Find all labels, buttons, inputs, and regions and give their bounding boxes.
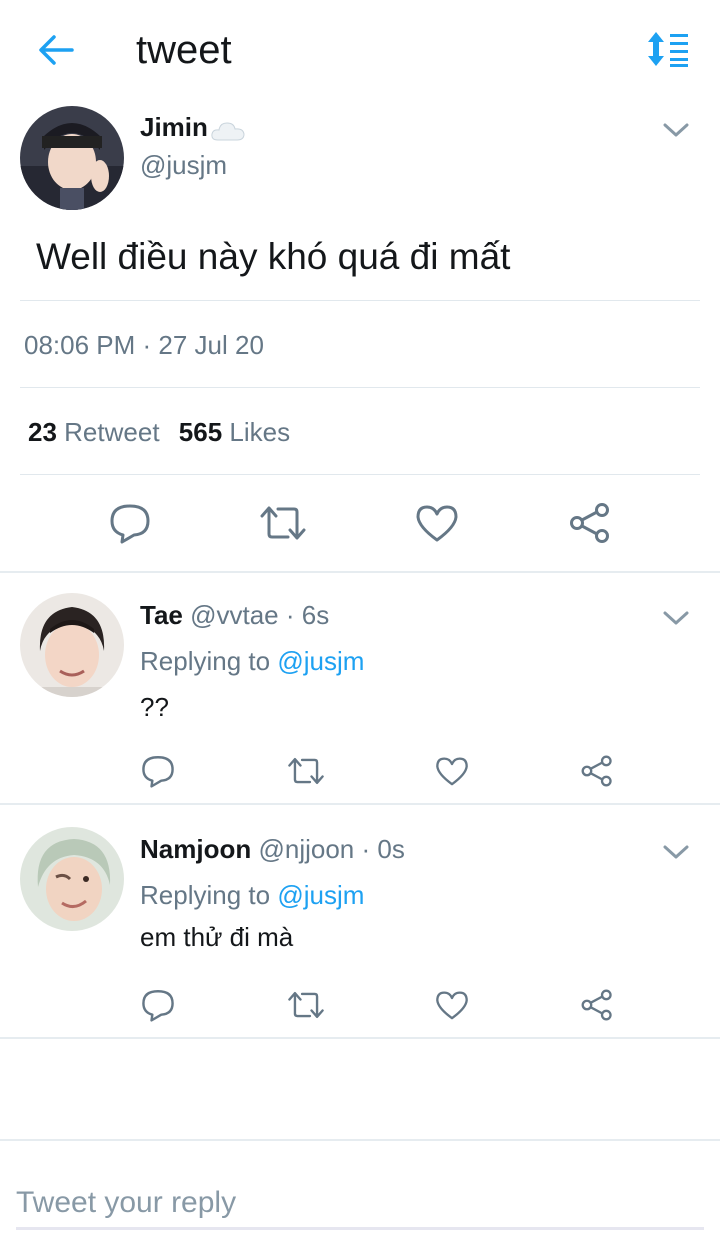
reply-author-name[interactable]: Tae: [140, 600, 183, 630]
share-icon[interactable]: [568, 502, 612, 544]
reply-author-name[interactable]: Namjoon: [140, 834, 251, 864]
divider: [0, 803, 720, 805]
chevron-down-icon[interactable]: [662, 842, 690, 862]
reply-author-handle[interactable]: @njjoon: [258, 834, 354, 864]
reply-author-handle[interactable]: @vvtae: [190, 600, 279, 630]
like-heart-icon[interactable]: [435, 755, 469, 787]
retweet-icon[interactable]: [286, 990, 326, 1020]
author-handle[interactable]: @jusjm: [140, 150, 227, 181]
tweet-stats: 23 Retweet 565 Likes: [28, 417, 290, 448]
author-name[interactable]: Jimin: [140, 112, 246, 143]
reply-input-underline: [16, 1227, 704, 1230]
reply-input[interactable]: Tweet your reply: [16, 1186, 236, 1220]
like-label[interactable]: Likes: [229, 417, 290, 447]
divider: [20, 300, 700, 301]
divider: [20, 474, 700, 475]
chevron-down-icon[interactable]: [662, 120, 690, 140]
back-arrow-icon[interactable]: [36, 30, 76, 70]
replying-to-line: Replying to @jusjm: [140, 646, 364, 677]
replying-label: Replying to: [140, 646, 271, 676]
reply-text: ??: [140, 692, 169, 722]
like-count[interactable]: 565: [179, 417, 222, 447]
reply-icon[interactable]: [108, 502, 152, 544]
top-bar: tweet: [0, 0, 720, 100]
author-name-text: Jimin: [140, 112, 208, 142]
page-title: tweet: [136, 28, 232, 72]
replying-label: Replying to: [140, 880, 271, 910]
reply-time: · 0s: [361, 834, 405, 864]
reply-text: em thử đi mà: [140, 922, 294, 952]
divider: [0, 571, 720, 573]
avatar[interactable]: [20, 106, 124, 210]
replying-to-line: Replying to @jusjm: [140, 880, 364, 911]
share-icon[interactable]: [580, 988, 614, 1022]
reply-icon[interactable]: [140, 988, 176, 1022]
retweet-label[interactable]: Retweet: [64, 417, 159, 447]
reply-icon[interactable]: [140, 754, 176, 788]
divider: [20, 387, 700, 388]
tweet-text: Well điều này khó quá đi mất: [36, 236, 511, 277]
chevron-down-icon[interactable]: [662, 608, 690, 628]
avatar[interactable]: [20, 827, 124, 931]
like-heart-icon[interactable]: [415, 503, 459, 543]
reply-author-line: Namjoon @njjoon · 0s: [140, 834, 405, 865]
like-heart-icon[interactable]: [435, 989, 469, 1021]
reply-author-line: Tae @vvtae · 6s: [140, 600, 329, 631]
retweet-icon[interactable]: [258, 504, 308, 542]
sort-icon[interactable]: [646, 30, 690, 68]
reply-time: · 6s: [285, 600, 330, 630]
share-icon[interactable]: [580, 754, 614, 788]
retweet-count[interactable]: 23: [28, 417, 57, 447]
retweet-icon[interactable]: [286, 756, 326, 786]
tweet-timestamp: 08:06 PM · 27 Jul 20: [24, 330, 264, 360]
avatar[interactable]: [20, 593, 124, 697]
mention-link[interactable]: @jusjm: [277, 646, 364, 676]
mention-link[interactable]: @jusjm: [277, 880, 364, 910]
cloud-icon: [210, 118, 246, 141]
divider: [0, 1037, 720, 1039]
compose-top-border: [0, 1139, 720, 1141]
